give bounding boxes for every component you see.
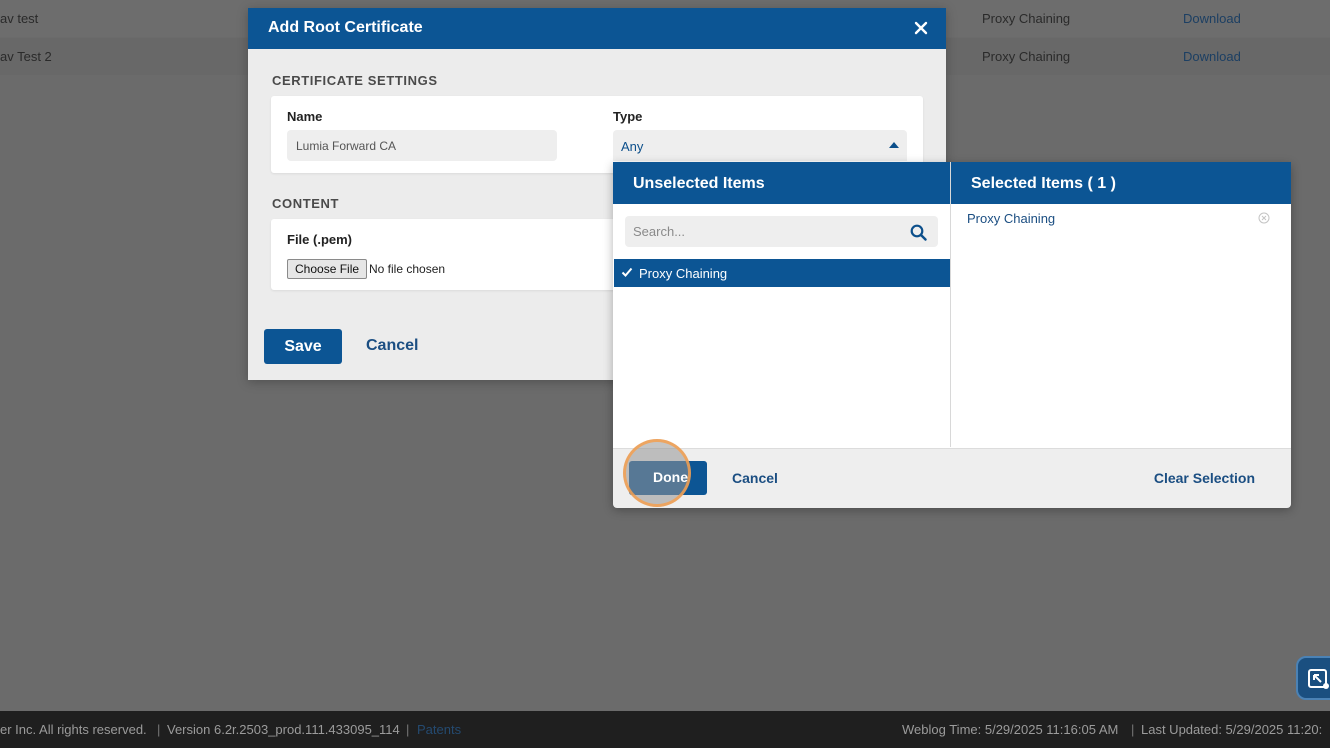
- footer-separator: |: [1131, 722, 1135, 737]
- remove-circle-icon[interactable]: [1258, 212, 1270, 224]
- dialog-header: Add Root Certificate: [248, 8, 946, 49]
- clear-selection-button[interactable]: Clear Selection: [1154, 470, 1255, 486]
- check-icon: [621, 267, 633, 277]
- file-status: No file chosen: [369, 262, 446, 276]
- selected-items-title: Selected Items ( 1 ): [971, 175, 1116, 192]
- download-link[interactable]: Download: [1183, 49, 1241, 64]
- cancel-button[interactable]: Cancel: [366, 337, 418, 355]
- footer-separator: |: [406, 722, 410, 737]
- row-type: Proxy Chaining: [982, 49, 1071, 64]
- search-icon[interactable]: [910, 224, 927, 241]
- unselected-items-title: Unselected Items: [633, 175, 765, 192]
- caret-up-icon: [889, 142, 899, 148]
- choose-file-button[interactable]: Choose File: [287, 259, 368, 279]
- row-type: Proxy Chaining: [982, 11, 1071, 26]
- selected-items-header: Selected Items ( 1 ): [951, 162, 1291, 204]
- help-launcher-button[interactable]: [1296, 656, 1330, 700]
- selected-item-proxy-chaining[interactable]: Proxy Chaining: [967, 211, 1055, 226]
- version-text: Version 6.2r.2503_prod.111.433095_114: [167, 722, 400, 737]
- picker-footer: Done Cancel Clear Selection: [613, 439, 1291, 508]
- name-input[interactable]: [287, 130, 557, 161]
- dialog-title: Add Root Certificate: [268, 19, 423, 36]
- type-label: Type: [613, 109, 643, 124]
- row-name: av Test 2: [0, 49, 52, 64]
- type-selected-value: Any: [621, 139, 644, 154]
- list-item-label: Proxy Chaining: [639, 266, 728, 281]
- download-link[interactable]: Download: [1183, 11, 1241, 26]
- search-input[interactable]: [625, 216, 905, 247]
- unselected-items-header: Unselected Items: [613, 162, 950, 204]
- footer-separator: |: [157, 722, 161, 737]
- type-picker-dropdown: Unselected Items Selected Items ( 1 ) Pr…: [613, 162, 1291, 508]
- patents-link[interactable]: Patents: [417, 722, 461, 737]
- list-item-proxy-chaining[interactable]: Proxy Chaining: [614, 259, 950, 287]
- done-button[interactable]: [629, 461, 707, 495]
- type-select[interactable]: Any: [613, 130, 907, 161]
- row-name: av test: [0, 11, 39, 26]
- search-box: [625, 216, 938, 247]
- copyright-text: er Inc. All rights reserved.: [0, 722, 147, 737]
- save-button[interactable]: Save: [264, 329, 342, 364]
- status-footer: er Inc. All rights reserved. | Version 6…: [0, 711, 1330, 748]
- name-label: Name: [287, 109, 323, 124]
- column-divider: [950, 162, 951, 447]
- expand-icon: [1308, 669, 1329, 689]
- picker-cancel-button[interactable]: Cancel: [732, 470, 778, 486]
- weblog-time: Weblog Time: 5/29/2025 11:16:05 AM: [902, 722, 1119, 737]
- certificate-settings-heading: CERTIFICATE SETTINGS: [272, 73, 438, 88]
- content-heading: CONTENT: [272, 196, 340, 211]
- close-icon[interactable]: [913, 20, 929, 36]
- file-label: File (.pem): [287, 232, 353, 247]
- last-updated: Last Updated: 5/29/2025 11:20:: [1141, 722, 1323, 737]
